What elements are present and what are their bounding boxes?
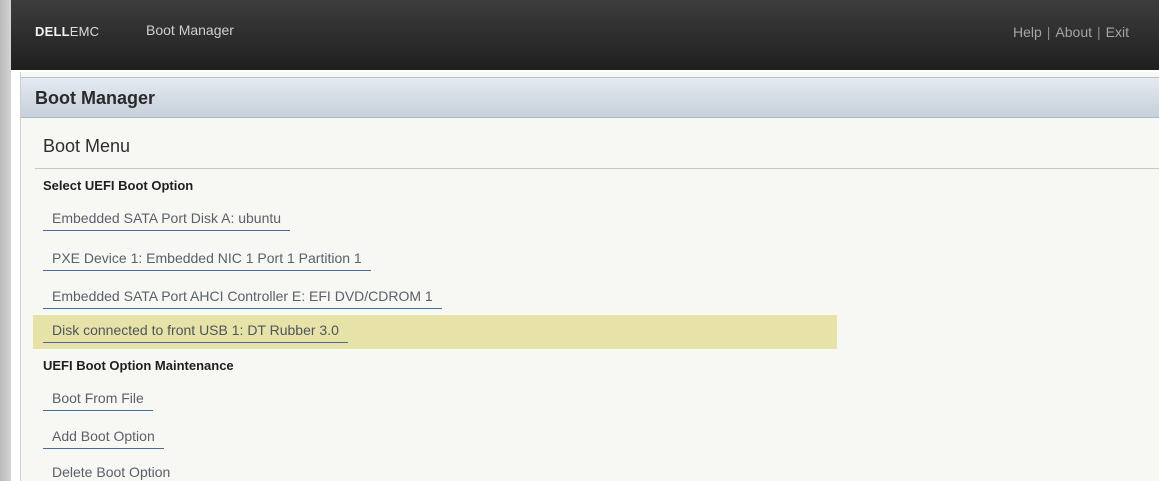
boot-menu-heading: Boot Menu <box>43 136 131 156</box>
header-links: Help | About | Exit <box>1013 24 1129 40</box>
about-link[interactable]: About <box>1055 24 1092 40</box>
maintenance-option-add-boot-option[interactable]: Add Boot Option <box>43 421 164 453</box>
boot-option-item-selected[interactable]: Disk connected to front USB 1: DT Rubber… <box>33 315 837 349</box>
link-separator: | <box>1097 24 1101 40</box>
boot-option-item[interactable]: Embedded SATA Port AHCI Controller E: EF… <box>43 281 442 313</box>
panel-header: Boot Manager <box>21 77 1159 118</box>
maintenance-option-boot-from-file[interactable]: Boot From File <box>43 383 153 415</box>
bios-screen: DELLEMC Boot Manager Help | About | Exit Boo… <box>0 0 1159 481</box>
divider <box>35 168 1159 169</box>
boot-option-item[interactable]: PXE Device 1: Embedded NIC 1 Port 1 Part… <box>43 243 371 275</box>
section-label-maintenance: UEFI Boot Option Maintenance <box>43 358 234 373</box>
maintenance-option-delete-boot-option[interactable]: Delete Boot Option <box>43 457 179 481</box>
link-separator: | <box>1046 24 1051 40</box>
dell-emc-logo: DELLEMC <box>35 24 100 39</box>
exit-link[interactable]: Exit <box>1106 24 1129 40</box>
content-panel: Boot Manager Boot Menu Select UEFI Boot … <box>20 72 1159 481</box>
monitor-bezel <box>0 0 11 481</box>
help-link[interactable]: Help <box>1013 24 1042 40</box>
app-title: Boot Manager <box>146 22 234 38</box>
section-label-select-uefi: Select UEFI Boot Option <box>43 178 194 193</box>
boot-option-item[interactable]: Embedded SATA Port Disk A: ubuntu <box>43 203 291 235</box>
page-title: Boot Manager <box>35 88 156 108</box>
top-header-bar: DELLEMC Boot Manager Help | About | Exit <box>11 0 1159 70</box>
